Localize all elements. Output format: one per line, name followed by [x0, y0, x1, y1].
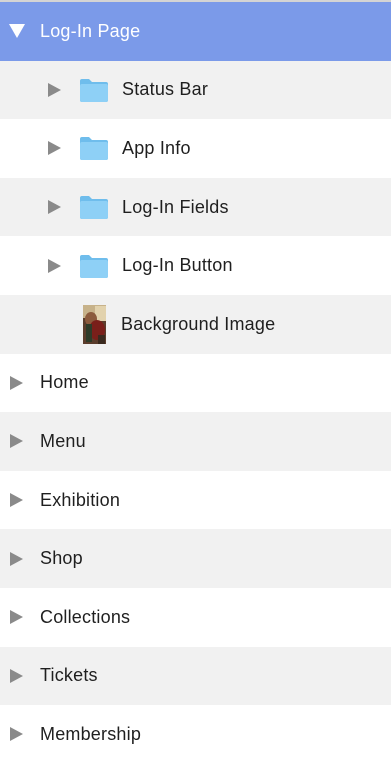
layer-label: App Info: [122, 137, 191, 158]
layer-row-membership[interactable]: Membership: [0, 705, 391, 764]
layer-row-app-info[interactable]: App Info: [0, 119, 391, 178]
layer-row-log-in-button[interactable]: Log-In Button: [0, 236, 391, 295]
triangle-right-icon[interactable]: [48, 82, 61, 97]
image-thumbnail-icon: [83, 304, 106, 344]
layer-label: Log-In Page: [40, 20, 141, 41]
layer-label: Shop: [40, 548, 83, 569]
layer-label: Membership: [40, 723, 142, 744]
layer-label: Home: [40, 372, 89, 393]
layer-label: Background Image: [121, 313, 276, 334]
layer-label: Log-In Button: [122, 255, 233, 276]
layer-label: Collections: [40, 606, 131, 627]
triangle-right-icon[interactable]: [10, 668, 23, 683]
layer-label: Tickets: [40, 665, 98, 686]
layer-row-status-bar[interactable]: Status Bar: [0, 60, 391, 120]
folder-icon: [79, 135, 109, 161]
layer-label: Log-In Fields: [122, 196, 229, 217]
folder-icon: [79, 253, 109, 279]
layer-row-home[interactable]: Home: [0, 353, 391, 413]
layer-tree-panel: Log-In Page Status Bar App Info Log-In F…: [0, 0, 391, 768]
folder-icon: [79, 194, 109, 220]
layer-row-log-in-page[interactable]: Log-In Page: [0, 2, 391, 61]
triangle-right-icon[interactable]: [10, 375, 23, 390]
triangle-right-icon[interactable]: [10, 434, 23, 449]
layer-label: Exhibition: [40, 489, 121, 510]
layer-row-shop[interactable]: Shop: [0, 529, 391, 588]
layer-row-collections[interactable]: Collections: [0, 587, 391, 647]
triangle-right-icon[interactable]: [48, 200, 61, 215]
layer-row-menu[interactable]: Menu: [0, 412, 391, 471]
triangle-right-icon[interactable]: [10, 551, 23, 566]
layer-label: Menu: [40, 430, 86, 451]
folder-icon: [79, 77, 109, 103]
triangle-right-icon[interactable]: [10, 493, 23, 508]
layer-row-log-in-fields[interactable]: Log-In Fields: [0, 177, 391, 237]
layer-row-tickets[interactable]: Tickets: [0, 646, 391, 706]
layer-label: Status Bar: [122, 79, 209, 100]
triangle-right-icon[interactable]: [48, 258, 61, 273]
triangle-right-icon[interactable]: [48, 141, 61, 156]
layer-row-exhibition[interactable]: Exhibition: [0, 470, 391, 530]
triangle-right-icon[interactable]: [10, 610, 23, 625]
layer-row-background-image[interactable]: Background Image: [0, 294, 391, 354]
triangle-down-icon[interactable]: [9, 24, 25, 39]
triangle-right-icon[interactable]: [10, 727, 23, 742]
